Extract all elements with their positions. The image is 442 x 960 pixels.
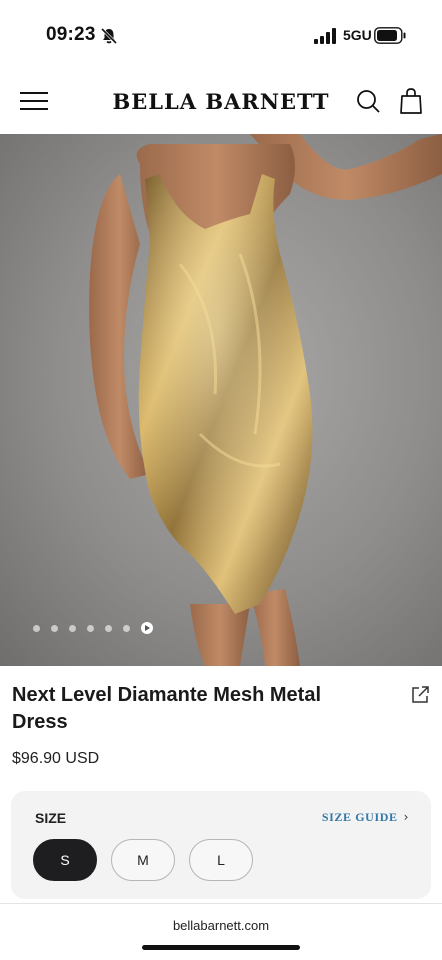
site-header: BELLA BARNETT (0, 70, 442, 134)
carousel-dot[interactable] (123, 624, 130, 632)
bag-icon[interactable] (400, 88, 422, 114)
home-indicator[interactable] (142, 945, 300, 950)
signal-icon (314, 28, 336, 44)
bell-muted-icon (100, 27, 118, 45)
network-label: 5GU (343, 27, 372, 43)
carousel-dot[interactable] (105, 624, 112, 632)
product-title: Next Level Diamante Mesh Metal Dress (12, 684, 321, 733)
product-photo (89, 134, 442, 666)
size-selector: SIZE SIZE GUIDE › S M L (11, 791, 431, 899)
size-label: SIZE (35, 810, 67, 826)
size-options: S M L (33, 839, 253, 881)
size-option-m[interactable]: M (111, 839, 175, 881)
carousel-dot[interactable] (33, 624, 40, 632)
search-icon[interactable] (356, 89, 380, 113)
url-text[interactable]: bellabarnett.com (0, 918, 442, 933)
carousel-dots[interactable] (33, 622, 153, 634)
browser-url-bar[interactable]: bellabarnett.com (0, 903, 442, 960)
chevron-right-icon: › (403, 810, 409, 824)
size-guide-label: SIZE GUIDE (321, 810, 398, 824)
carousel-dot[interactable] (69, 624, 76, 632)
size-option-l[interactable]: L (189, 839, 253, 881)
share-icon[interactable] (410, 685, 430, 705)
size-option-s[interactable]: S (33, 839, 97, 881)
status-time: 09:23 (46, 24, 96, 45)
carousel-dot[interactable] (51, 624, 58, 632)
status-bar: 09:23 5GU (0, 0, 442, 70)
carousel-dot[interactable] (87, 624, 94, 632)
product-image[interactable] (0, 134, 442, 666)
battery-icon (374, 27, 406, 44)
size-guide-link[interactable]: SIZE GUIDE › (322, 810, 409, 825)
product-price: $96.90 USD (12, 750, 100, 767)
video-play-icon[interactable] (141, 622, 153, 634)
